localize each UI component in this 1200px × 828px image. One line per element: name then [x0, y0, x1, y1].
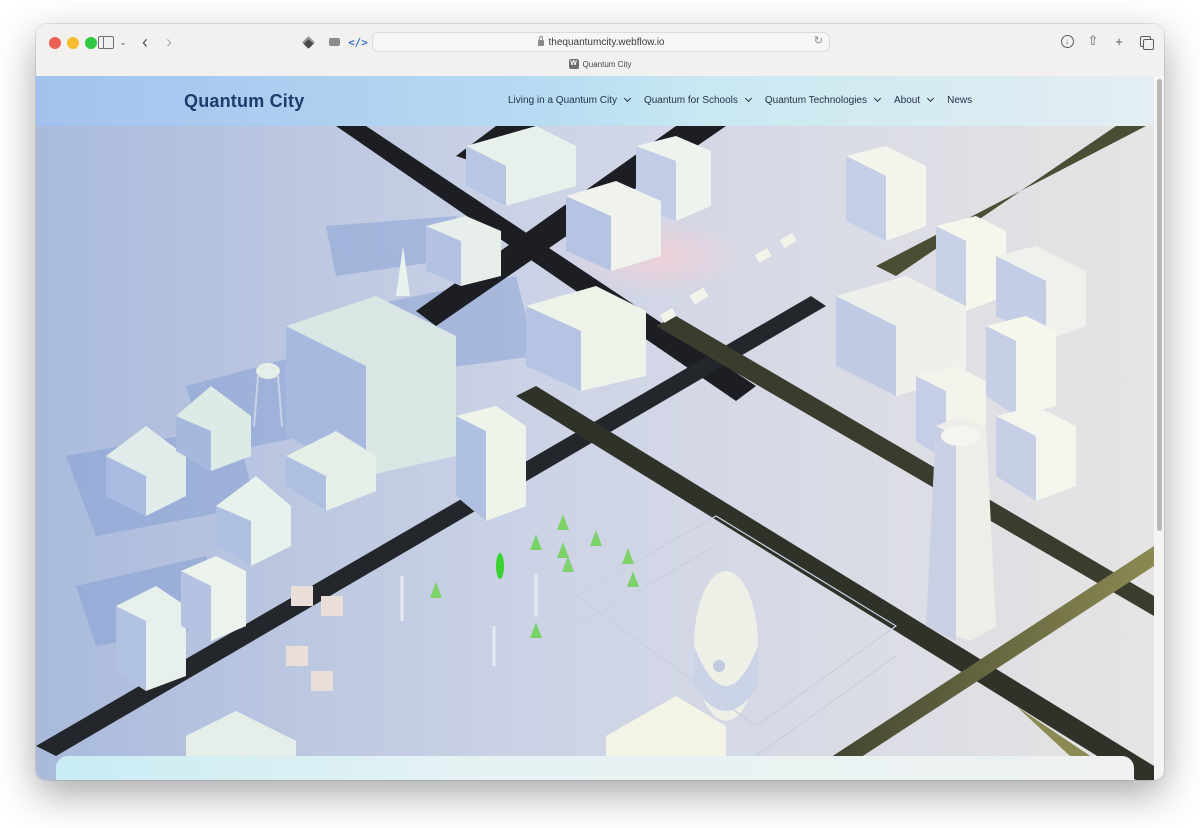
house	[181, 556, 246, 641]
content-card-top	[56, 756, 1134, 780]
tab-title: Quantum City	[582, 59, 632, 69]
site-logo[interactable]: Quantum City	[184, 91, 304, 112]
page-viewport: Quantum City Living in a Quantum City Qu…	[36, 76, 1154, 780]
browser-toolbar: ⌄ ‹ › </> thequantumcity.webflow.io ↻ ↓ …	[36, 24, 1164, 77]
chevron-down-icon[interactable]: ⌄	[118, 33, 128, 51]
webflow-favicon-icon: W	[568, 59, 579, 69]
building	[986, 316, 1056, 416]
active-tab[interactable]: W Quantum City	[36, 59, 1164, 69]
nav-about[interactable]: About	[894, 94, 935, 106]
chevron-down-icon	[744, 94, 752, 103]
sidebar-toggle-icon[interactable]	[98, 36, 114, 49]
nav-quantum-for-schools[interactable]: Quantum for Schools	[643, 94, 752, 106]
share-button[interactable]: ⇧	[1086, 33, 1100, 49]
download-icon: ↓	[1060, 34, 1074, 48]
extension-diamond-icon[interactable]	[300, 33, 316, 51]
url-text: thequantumcity.webflow.io	[548, 36, 665, 48]
tabs-icon	[1139, 35, 1154, 50]
house	[116, 586, 186, 691]
chevron-down-icon	[927, 94, 935, 103]
address-bar[interactable]: thequantumcity.webflow.io ↻	[372, 32, 830, 52]
building	[846, 146, 926, 241]
back-button[interactable]: ‹	[138, 32, 152, 52]
building	[426, 216, 501, 286]
nav-label: Quantum Technologies	[764, 95, 867, 106]
reload-icon[interactable]: ↻	[814, 34, 823, 47]
downloads-button[interactable]: ↓	[1060, 33, 1074, 49]
browser-window: ⌄ ‹ › </> thequantumcity.webflow.io ↻ ↓ …	[36, 24, 1164, 780]
nav-news[interactable]: News	[947, 95, 972, 106]
nav-label: About	[894, 95, 921, 106]
extension-card-icon[interactable]	[326, 33, 342, 51]
close-window-button[interactable]	[49, 37, 61, 49]
tab-overview-button[interactable]	[1138, 33, 1154, 50]
new-tab-button[interactable]: +	[1112, 33, 1126, 49]
nav-living-in-a-quantum-city[interactable]: Living in a Quantum City	[508, 94, 631, 106]
rocket	[694, 571, 758, 721]
lighthouse	[926, 416, 996, 641]
building	[456, 406, 526, 521]
chevron-down-icon	[873, 94, 882, 103]
forward-button[interactable]: ›	[162, 32, 176, 52]
page-scrollbar[interactable]	[1154, 76, 1164, 780]
nav-label: News	[947, 95, 973, 106]
site-navbar: Quantum City Living in a Quantum City Qu…	[36, 76, 1154, 126]
nav-quantum-technologies[interactable]: Quantum Technologies	[764, 94, 882, 106]
nav-label: Quantum for Schools	[643, 95, 738, 106]
code-extension-icon[interactable]: </>	[348, 33, 368, 51]
scrollbar-thumb[interactable]	[1157, 79, 1162, 531]
nav-label: Living in a Quantum City	[508, 95, 617, 106]
chevron-down-icon	[623, 94, 631, 103]
main-menu: Living in a Quantum City Quantum for Sch…	[508, 94, 986, 106]
hero-city-illustration	[36, 126, 1154, 780]
zoom-window-button[interactable]	[85, 37, 97, 49]
minimize-window-button[interactable]	[67, 37, 79, 49]
lock-icon	[537, 36, 544, 46]
